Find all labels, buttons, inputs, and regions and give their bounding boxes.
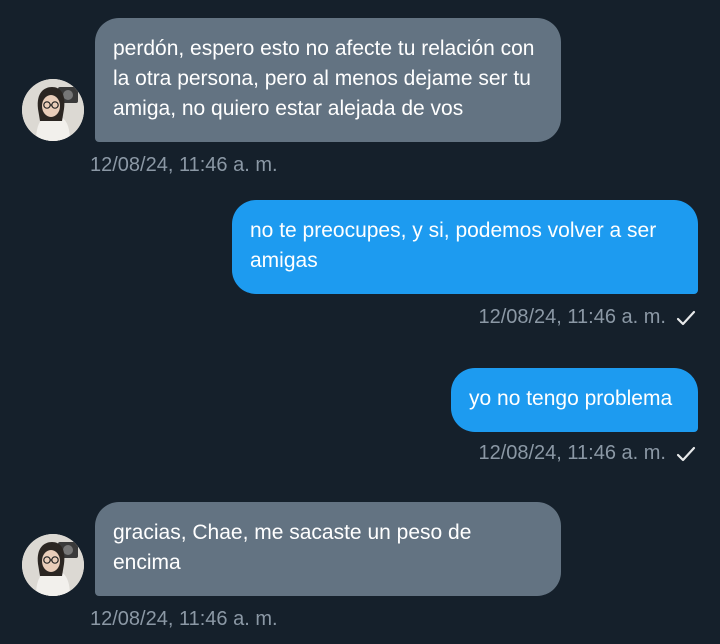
avatar[interactable] — [22, 534, 84, 596]
message-timestamp: 12/08/24, 11:46 a. m. — [90, 608, 278, 630]
message-bubble-outgoing[interactable]: yo no tengo problema — [451, 368, 698, 432]
check-icon — [676, 310, 696, 325]
message-bubble-outgoing[interactable]: no te preocupes, y si, podemos volver a … — [232, 200, 698, 294]
message-text: gracias, Chae, me sacaste un peso de enc… — [113, 521, 472, 574]
message-timestamp: 12/08/24, 11:46 a. m. — [90, 154, 278, 176]
message-text: no te preocupes, y si, podemos volver a … — [250, 219, 657, 272]
check-icon — [676, 446, 696, 461]
message-bubble-incoming[interactable]: perdón, espero esto no afecte tu relació… — [95, 18, 561, 142]
message-timestamp: 12/08/24, 11:46 a. m. — [478, 442, 696, 465]
message-text: perdón, espero esto no afecte tu relació… — [113, 37, 535, 120]
avatar[interactable] — [22, 79, 84, 141]
message-thread: perdón, espero esto no afecte tu relació… — [0, 0, 720, 644]
avatar-photo — [22, 534, 84, 596]
avatar-photo — [22, 79, 84, 141]
message-text: yo no tengo problema — [469, 387, 673, 410]
message-bubble-incoming[interactable]: gracias, Chae, me sacaste un peso de enc… — [95, 502, 561, 596]
message-timestamp: 12/08/24, 11:46 a. m. — [478, 306, 696, 329]
